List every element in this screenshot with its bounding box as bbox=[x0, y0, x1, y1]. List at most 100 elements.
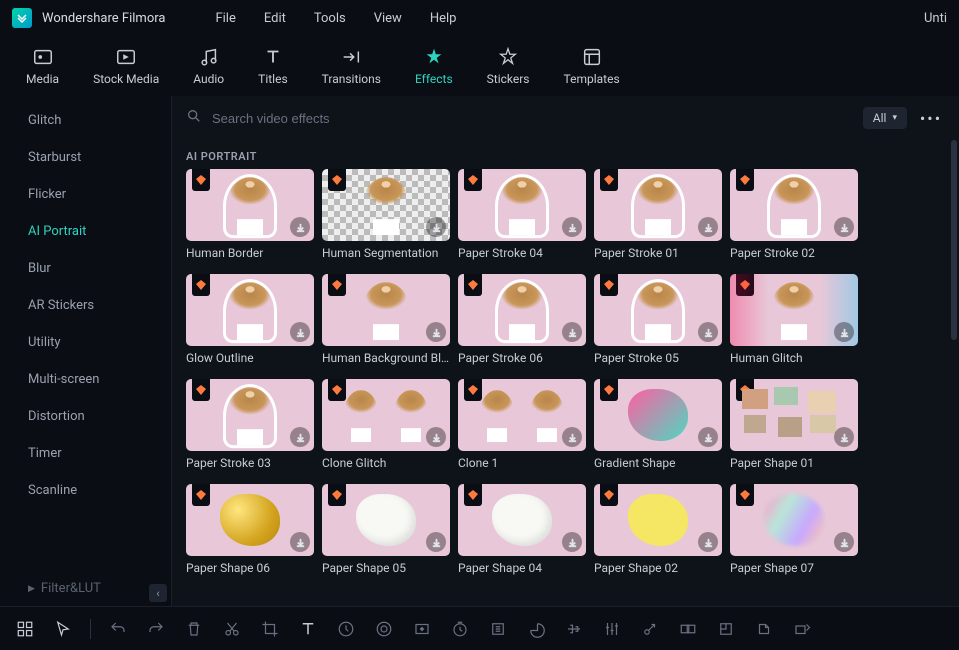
layout-grid-icon[interactable] bbox=[14, 618, 36, 640]
color-icon[interactable] bbox=[373, 618, 395, 640]
effect-card[interactable]: Paper Stroke 06 bbox=[458, 274, 586, 365]
filter-dropdown[interactable]: All ▾ bbox=[863, 107, 907, 129]
freeze-icon[interactable] bbox=[487, 618, 509, 640]
menu-edit[interactable]: Edit bbox=[264, 11, 286, 26]
adjust-icon[interactable] bbox=[715, 618, 737, 640]
chevron-left-icon: ‹ bbox=[156, 587, 159, 600]
menu-tools[interactable]: Tools bbox=[314, 11, 346, 26]
effect-card[interactable]: Clone Glitch bbox=[322, 379, 450, 470]
effect-card[interactable]: Clone 1 bbox=[458, 379, 586, 470]
motion-icon[interactable] bbox=[639, 618, 661, 640]
premium-badge-icon bbox=[736, 484, 754, 506]
effect-card[interactable]: Paper Stroke 02 bbox=[730, 169, 858, 260]
sidebar-item-blur[interactable]: Blur bbox=[28, 250, 171, 287]
download-icon[interactable] bbox=[562, 217, 582, 237]
sidebar-item-flicker[interactable]: Flicker bbox=[28, 176, 171, 213]
effect-card[interactable]: Human Segmentation bbox=[322, 169, 450, 260]
speed-icon[interactable] bbox=[335, 618, 357, 640]
sidebar-item-distortion[interactable]: Distortion bbox=[28, 398, 171, 435]
document-title: Unti bbox=[924, 11, 947, 26]
text-icon[interactable] bbox=[297, 618, 319, 640]
sidebar-item-ar-stickers[interactable]: AR Stickers bbox=[28, 287, 171, 324]
export-icon[interactable] bbox=[791, 618, 813, 640]
redo-icon[interactable] bbox=[145, 618, 167, 640]
effect-card[interactable]: Paper Stroke 01 bbox=[594, 169, 722, 260]
effect-card[interactable]: Human Background Bl... bbox=[322, 274, 450, 365]
effect-card[interactable]: Paper Shape 04 bbox=[458, 484, 586, 575]
download-icon[interactable] bbox=[562, 322, 582, 342]
cut-icon[interactable] bbox=[221, 618, 243, 640]
sidebar-item-starburst[interactable]: Starburst bbox=[28, 139, 171, 176]
content-scrollbar[interactable] bbox=[951, 140, 957, 340]
sidebar-item-ai-portrait[interactable]: AI Portrait bbox=[28, 213, 171, 250]
crop-icon[interactable] bbox=[259, 618, 281, 640]
effect-card[interactable]: Human Glitch bbox=[730, 274, 858, 365]
menu-view[interactable]: View bbox=[374, 11, 402, 26]
tab-titles[interactable]: Titles bbox=[250, 42, 295, 90]
detach-audio-icon[interactable] bbox=[525, 618, 547, 640]
templates-icon bbox=[581, 46, 603, 68]
effect-card[interactable]: Paper Shape 07 bbox=[730, 484, 858, 575]
effect-card[interactable]: Paper Shape 06 bbox=[186, 484, 314, 575]
download-icon[interactable] bbox=[698, 427, 718, 447]
tab-templates[interactable]: Templates bbox=[556, 42, 628, 90]
download-icon[interactable] bbox=[834, 217, 854, 237]
tab-audio[interactable]: Audio bbox=[185, 42, 232, 90]
download-icon[interactable] bbox=[426, 322, 446, 342]
tab-stock-media[interactable]: Stock Media bbox=[85, 42, 167, 90]
download-icon[interactable] bbox=[290, 532, 310, 552]
effect-card[interactable]: Gradient Shape bbox=[594, 379, 722, 470]
duration-icon[interactable] bbox=[449, 618, 471, 640]
download-icon[interactable] bbox=[698, 532, 718, 552]
download-icon[interactable] bbox=[698, 322, 718, 342]
keyframe-icon[interactable] bbox=[411, 618, 433, 640]
effect-card[interactable]: Paper Stroke 04 bbox=[458, 169, 586, 260]
sidebar-item-scanline[interactable]: Scanline bbox=[28, 472, 171, 509]
sidebar-item-multi-screen[interactable]: Multi-screen bbox=[28, 361, 171, 398]
menu-help[interactable]: Help bbox=[430, 11, 457, 26]
download-icon[interactable] bbox=[562, 427, 582, 447]
align-icon[interactable] bbox=[563, 618, 585, 640]
media-icon bbox=[32, 46, 54, 68]
download-icon[interactable] bbox=[290, 427, 310, 447]
download-icon[interactable] bbox=[426, 427, 446, 447]
download-icon[interactable] bbox=[290, 217, 310, 237]
download-icon[interactable] bbox=[426, 532, 446, 552]
effect-card[interactable]: Glow Outline bbox=[186, 274, 314, 365]
effect-card[interactable]: Paper Stroke 05 bbox=[594, 274, 722, 365]
effects-grid-scroll[interactable]: Human BorderHuman SegmentationPaper Stro… bbox=[172, 169, 959, 606]
undo-icon[interactable] bbox=[107, 618, 129, 640]
sidebar-item-timer[interactable]: Timer bbox=[28, 435, 171, 472]
download-icon[interactable] bbox=[834, 532, 854, 552]
effect-card[interactable]: Paper Stroke 03 bbox=[186, 379, 314, 470]
tab-effects[interactable]: Effects bbox=[407, 42, 461, 90]
download-icon[interactable] bbox=[698, 217, 718, 237]
effect-label: Paper Shape 06 bbox=[186, 561, 314, 575]
menu-file[interactable]: File bbox=[215, 11, 235, 26]
delete-icon[interactable] bbox=[183, 618, 205, 640]
render-icon[interactable] bbox=[753, 618, 775, 640]
effect-card[interactable]: Paper Shape 02 bbox=[594, 484, 722, 575]
tab-media[interactable]: Media bbox=[18, 42, 67, 90]
download-icon[interactable] bbox=[562, 532, 582, 552]
effect-card[interactable]: Paper Shape 01 bbox=[730, 379, 858, 470]
effect-label: Human Background Bl... bbox=[322, 351, 450, 365]
group-icon[interactable] bbox=[677, 618, 699, 640]
effect-card[interactable]: Paper Shape 05 bbox=[322, 484, 450, 575]
tab-transitions[interactable]: Transitions bbox=[314, 42, 389, 90]
more-options-button[interactable]: ••• bbox=[917, 106, 945, 130]
search-input[interactable] bbox=[212, 111, 853, 126]
download-icon[interactable] bbox=[834, 427, 854, 447]
sidebar-item-utility[interactable]: Utility bbox=[28, 324, 171, 361]
collapse-sidebar-button[interactable]: ‹ bbox=[149, 584, 167, 602]
mixer-icon[interactable] bbox=[601, 618, 623, 640]
tab-stickers[interactable]: Stickers bbox=[479, 42, 538, 90]
cursor-icon[interactable] bbox=[52, 618, 74, 640]
sidebar-group-filter-lut[interactable]: ▶ Filter&LUT bbox=[0, 571, 171, 606]
download-icon[interactable] bbox=[834, 322, 854, 342]
download-icon[interactable] bbox=[426, 217, 446, 237]
sidebar-item-glitch[interactable]: Glitch bbox=[28, 102, 171, 139]
effect-card[interactable]: Human Border bbox=[186, 169, 314, 260]
sidebar-scroll[interactable]: GlitchStarburstFlickerAI PortraitBlurAR … bbox=[0, 96, 171, 571]
download-icon[interactable] bbox=[290, 322, 310, 342]
